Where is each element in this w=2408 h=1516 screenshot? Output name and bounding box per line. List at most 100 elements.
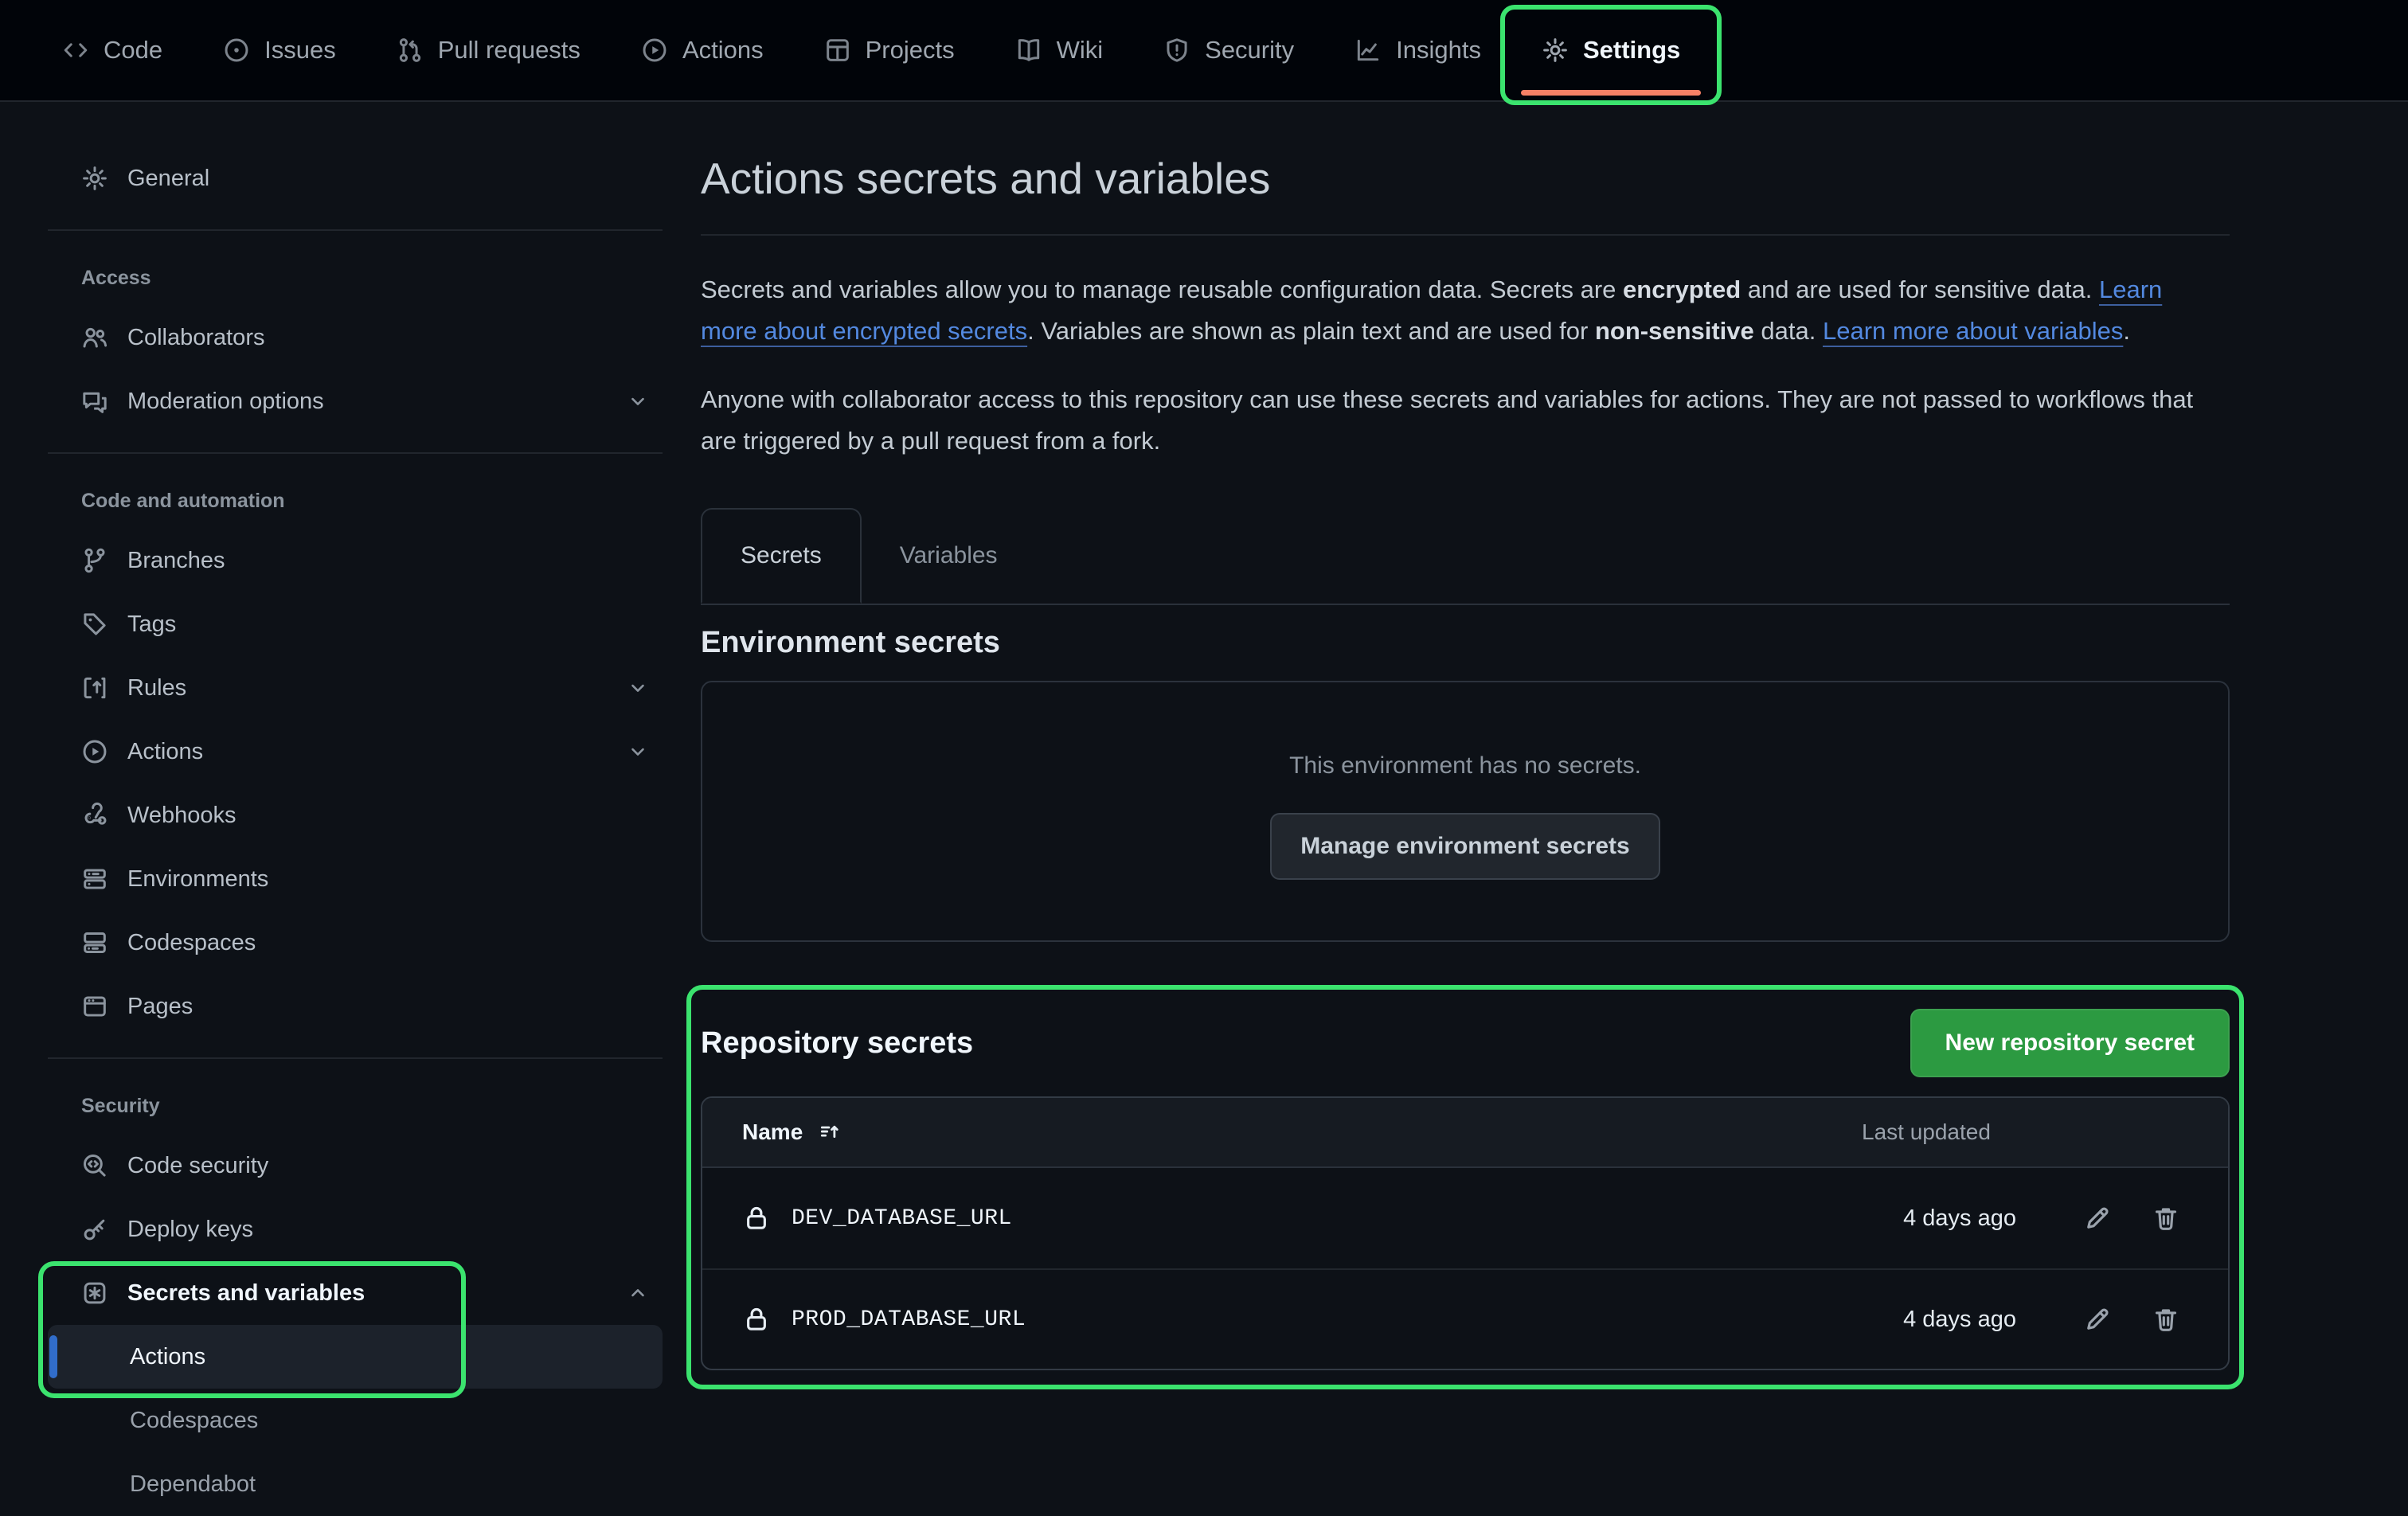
new-repository-secret-button[interactable]: New repository secret [1910, 1009, 2230, 1077]
tab-secrets[interactable]: Secrets [701, 508, 862, 604]
sidebar-item-code-security[interactable]: Code security [48, 1134, 663, 1198]
learn-more-link[interactable]: Learn more about variables [1823, 317, 2123, 345]
sidebar-item-label: Actions [130, 1344, 205, 1370]
tab-actions[interactable]: Actions [611, 10, 794, 91]
tag-icon [81, 611, 108, 638]
sidebar-item-secrets-and-variables[interactable]: Secrets and variables [48, 1261, 663, 1325]
repository-secrets-table: Name Last updated DEV_DATABASE_URL 4 day… [701, 1096, 2230, 1370]
chevron-down-icon [627, 741, 648, 762]
secret-updated: 4 days ago [1862, 1205, 2045, 1232]
codespaces-icon [81, 929, 108, 956]
sidebar-section-access: Access [81, 250, 682, 306]
edit-pencil-icon[interactable] [2083, 1204, 2112, 1233]
tab-label: Pull requests [438, 36, 580, 64]
git-branch-icon [81, 547, 108, 574]
chevron-down-icon [627, 678, 648, 698]
repository-secrets-header: Repository secrets New repository secret [701, 1009, 2230, 1077]
secret-name-cell: PROD_DATABASE_URL [742, 1305, 1862, 1334]
sidebar-item-label: Moderation options [127, 389, 324, 415]
tab-issues[interactable]: Issues [193, 10, 366, 91]
secret-name: DEV_DATABASE_URL [792, 1206, 1012, 1231]
lock-icon [742, 1305, 771, 1334]
sidebar-item-rules[interactable]: Rules [48, 656, 663, 720]
lock-icon [742, 1204, 771, 1233]
key-icon [81, 1216, 108, 1243]
codescan-icon [81, 1152, 108, 1179]
sidebar-item-label: Code security [127, 1153, 268, 1179]
tab-pull-requests[interactable]: Pull requests [366, 10, 611, 91]
secret-name-cell: DEV_DATABASE_URL [742, 1204, 1862, 1233]
sidebar-item-deploy-keys[interactable]: Deploy keys [48, 1198, 663, 1261]
tab-projects[interactable]: Projects [794, 10, 985, 91]
sidebar-item-pages[interactable]: Pages [48, 975, 663, 1038]
delete-trash-icon[interactable] [2152, 1204, 2180, 1233]
repository-secrets-heading: Repository secrets [701, 1026, 973, 1061]
github-repo-settings-page: { "nav": { "items": [ { "label": "Code",… [0, 0, 2408, 1505]
shield-icon [1163, 37, 1190, 64]
sidebar-item-label: Pages [127, 994, 193, 1020]
sidebar-section-security: Security [81, 1078, 682, 1134]
sidebar-subitem-dependabot-secrets[interactable]: Dependabot [48, 1452, 663, 1516]
book-icon [1015, 37, 1042, 64]
secret-name: PROD_DATABASE_URL [792, 1307, 1026, 1332]
sidebar-item-label: Environments [127, 866, 268, 893]
environment-secrets-box: This environment has no secrets. Manage … [701, 681, 2230, 942]
gear-icon [81, 165, 108, 192]
tab-wiki[interactable]: Wiki [985, 10, 1134, 91]
collaborator-access-note: Anyone with collaborator access to this … [701, 379, 2214, 462]
sidebar-divider [48, 1057, 663, 1059]
manage-environment-secrets-button[interactable]: Manage environment secrets [1270, 813, 1659, 880]
sidebar-item-tags[interactable]: Tags [48, 592, 663, 656]
table-header-row: Name Last updated [702, 1098, 2228, 1168]
name-column-header[interactable]: Name [742, 1119, 1862, 1145]
comment-discussion-icon [81, 388, 108, 415]
sidebar-item-label: Codespaces [130, 1408, 258, 1434]
sidebar-item-collaborators[interactable]: Collaborators [48, 306, 663, 369]
secret-row-actions [2045, 1204, 2196, 1233]
sidebar-subitem-actions-secrets[interactable]: Actions [48, 1325, 663, 1389]
sidebar-divider [48, 452, 663, 454]
secrets-description: Secrets and variables allow you to manag… [701, 269, 2214, 352]
issue-opened-icon [223, 37, 250, 64]
tab-variables[interactable]: Variables [862, 508, 1036, 604]
tab-code[interactable]: Code [32, 10, 193, 91]
tab-settings[interactable]: Settings [1511, 10, 1710, 91]
environment-secrets-heading: Environment secrets [701, 626, 2230, 660]
sidebar-item-environments[interactable]: Environments [48, 847, 663, 911]
webhook-icon [81, 802, 108, 829]
environment-empty-message: This environment has no secrets. [1289, 752, 1641, 779]
sidebar-item-general[interactable]: General [48, 147, 663, 210]
sidebar-subitem-codespaces-secrets[interactable]: Codespaces [48, 1389, 663, 1452]
sidebar-item-label: Secrets and variables [127, 1280, 365, 1307]
sidebar-item-label: Dependabot [130, 1471, 256, 1498]
repository-secrets-section: Repository secrets New repository secret… [701, 1009, 2230, 1370]
sidebar-item-label: Collaborators [127, 325, 264, 351]
tab-security[interactable]: Security [1133, 10, 1324, 91]
secret-updated: 4 days ago [1862, 1307, 2045, 1333]
settings-content: Actions secrets and variables Secrets an… [701, 102, 2230, 1370]
sidebar-item-actions[interactable]: Actions [48, 720, 663, 783]
people-icon [81, 324, 108, 351]
sidebar-item-moderation-options[interactable]: Moderation options [48, 369, 663, 433]
sidebar-item-webhooks[interactable]: Webhooks [48, 783, 663, 847]
sidebar-item-label: Codespaces [127, 930, 256, 956]
sidebar-divider [48, 229, 663, 231]
git-pull-request-icon [397, 37, 424, 64]
edit-pencil-icon[interactable] [2083, 1305, 2112, 1334]
sidebar-item-codespaces[interactable]: Codespaces [48, 911, 663, 975]
delete-trash-icon[interactable] [2152, 1305, 2180, 1334]
tab-label: Code [104, 36, 162, 64]
sidebar-item-label: General [127, 166, 209, 192]
play-circle-icon [81, 738, 108, 765]
play-circle-icon [641, 37, 668, 64]
secrets-variables-tabnav: Secrets Variables [701, 508, 2230, 605]
table-icon [824, 37, 851, 64]
tab-insights[interactable]: Insights [1324, 10, 1511, 91]
graph-icon [1354, 37, 1382, 64]
sidebar-item-label: Webhooks [127, 803, 236, 829]
sidebar-item-branches[interactable]: Branches [48, 529, 663, 592]
chevron-down-icon [627, 391, 648, 412]
sidebar-item-label: Actions [127, 739, 203, 765]
tab-label: Projects [866, 36, 955, 64]
last-updated-column-header: Last updated [1862, 1119, 2045, 1145]
